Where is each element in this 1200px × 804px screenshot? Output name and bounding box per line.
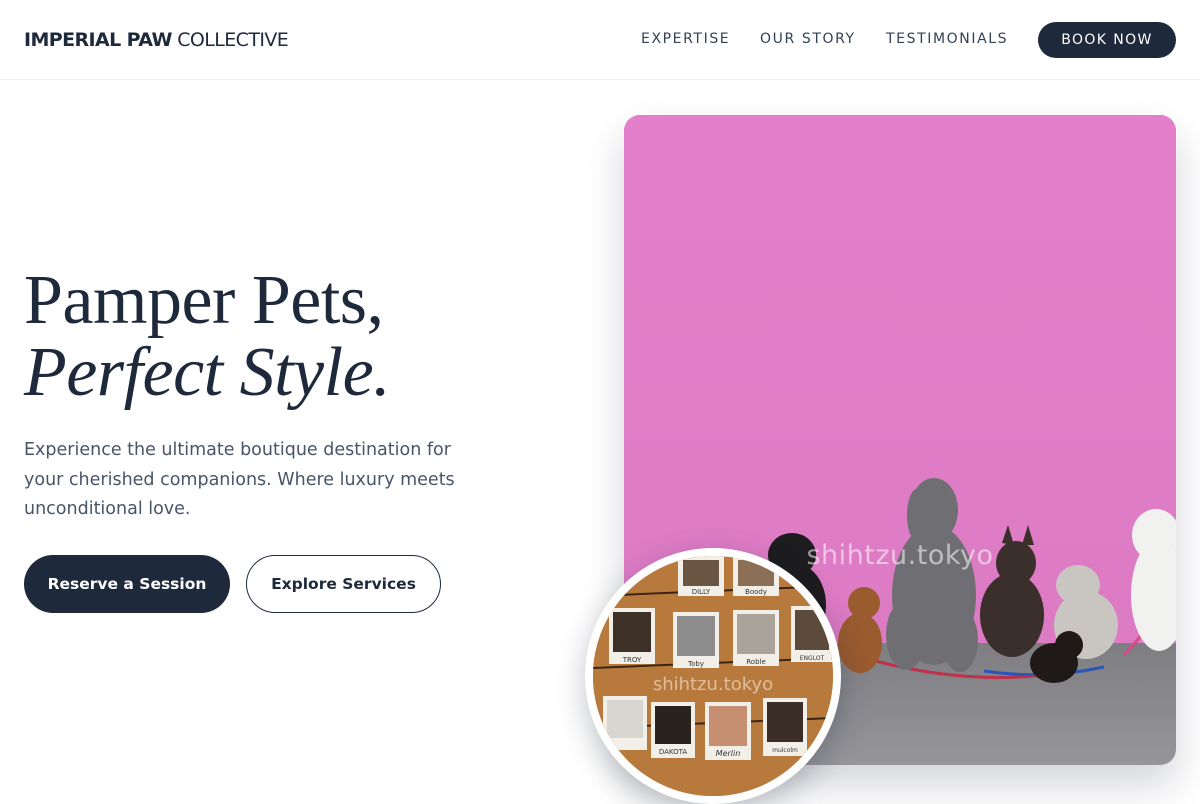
hero-headline: Pamper Pets, Perfect Style. [24, 262, 391, 411]
polaroid-label: Roble [746, 658, 766, 666]
polaroid-label: TROY [622, 656, 642, 664]
logo-strong-text: IMPERIAL PAW [24, 29, 172, 51]
nav-link-testimonials[interactable]: TESTIMONIALS [886, 31, 1008, 47]
site-header: IMPERIAL PAW COLLECTIVE EXPERTISE OUR ST… [0, 0, 1200, 80]
inset-watermark: shihtzu.tokyo [652, 674, 774, 695]
nav-link-our-story[interactable]: OUR STORY [760, 31, 856, 47]
inset-photo-frame: DILLY Boody TROY Toby Roble ENGLOT DAKOT… [585, 548, 841, 804]
reserve-session-button[interactable]: Reserve a Session [24, 555, 230, 613]
brand-logo[interactable]: IMPERIAL PAW COLLECTIVE [24, 29, 289, 51]
polaroid-label: Merlin [716, 749, 741, 758]
polaroid-label: DAKOTA [659, 748, 688, 756]
book-now-button[interactable]: BOOK NOW [1038, 22, 1176, 58]
nav-link-expertise[interactable]: EXPERTISE [641, 31, 730, 47]
explore-services-button[interactable]: Explore Services [246, 555, 441, 613]
headline-line-1: Pamper Pets, [24, 262, 384, 339]
logo-light-text: COLLECTIVE [177, 29, 289, 51]
polaroid-label: Toby [687, 660, 704, 668]
inset-photo: DILLY Boody TROY Toby Roble ENGLOT DAKOT… [593, 556, 833, 796]
polaroid-label: DILLY [692, 588, 711, 596]
headline-line-2: Perfect Style. [24, 334, 391, 411]
polaroid-label: Boody [745, 588, 767, 596]
polaroid-label: mulcolm [772, 747, 798, 754]
polaroid-label: ENGLOT [800, 655, 825, 662]
hero-subtext: Experience the ultimate boutique destina… [24, 440, 455, 519]
